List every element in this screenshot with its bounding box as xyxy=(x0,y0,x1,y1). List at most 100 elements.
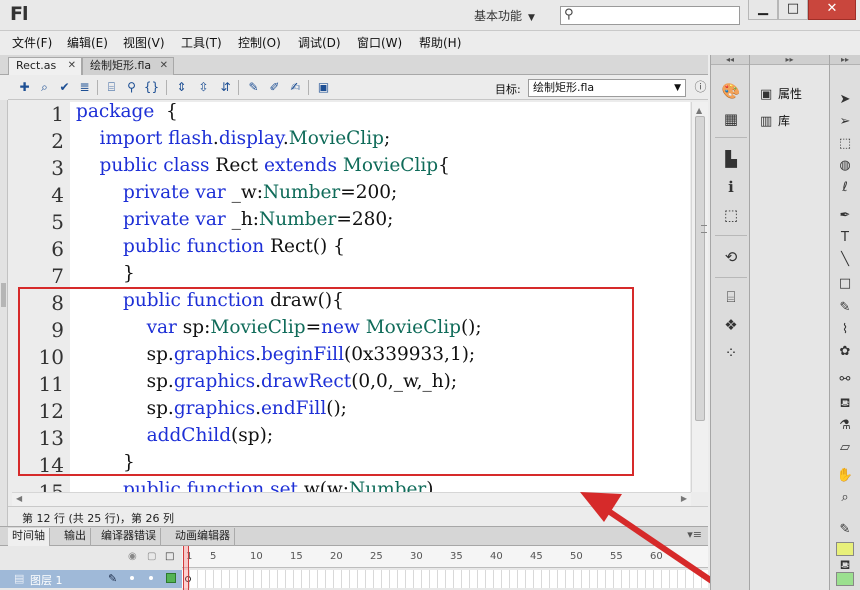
expand-all-icon[interactable]: ⇵ xyxy=(217,79,234,96)
panel-collapse-bar[interactable]: ▸▸ xyxy=(830,55,860,65)
hand-tool-icon[interactable]: ✋ xyxy=(835,467,855,485)
history-icon[interactable]: ⌸ xyxy=(721,287,741,307)
brackets-icon[interactable]: {} xyxy=(143,79,160,96)
layer-row[interactable]: ▤ 图层 1 ✎ xyxy=(0,570,182,588)
editor-left-gutter xyxy=(0,100,8,526)
line-number: 15 xyxy=(38,480,64,492)
check-syntax-icon[interactable]: ✔ xyxy=(56,79,73,96)
align-icon[interactable]: ▙ xyxy=(721,149,741,169)
show-toolbox-icon[interactable]: ▣ xyxy=(315,79,332,96)
close-icon[interactable]: ✕ xyxy=(160,58,168,74)
tab-timeline[interactable]: 时间轴 xyxy=(8,528,50,546)
visibility-dot[interactable] xyxy=(130,576,134,580)
info-icon[interactable]: ℹ xyxy=(721,177,741,197)
selection-tool-icon[interactable]: ➤ xyxy=(835,91,855,109)
remove-comment-icon[interactable]: ✍ xyxy=(287,79,304,96)
brush-tool-icon[interactable]: ⌇ xyxy=(835,321,855,339)
apply-line-comment-icon[interactable]: ✐ xyxy=(266,79,283,96)
editor-toolbar: ✚ ⌕ ✔ ≣ ⌸ ⚲ {} ⇕ ⇳ ⇵ ✎ ✐ ✍ ▣ 目标: 绘制矩形.fl… xyxy=(8,76,708,100)
library-panel-button[interactable]: ▥ 库 xyxy=(760,112,790,129)
code-line: private var _h:Number=280; xyxy=(123,209,394,230)
code-editor[interactable]: 1 2 3 4 5 6 7 8 9 10 11 12 13 14 15 pack… xyxy=(12,102,690,492)
close-icon[interactable]: ✕ xyxy=(68,58,76,74)
menu-file[interactable]: 文件(F) xyxy=(12,34,52,51)
lock-icon[interactable]: ▢ xyxy=(147,551,156,562)
code-line: public class Rect extends MovieClip{ xyxy=(99,155,450,176)
menu-window[interactable]: 窗口(W) xyxy=(357,34,402,51)
3d-rotation-icon[interactable]: ◍ xyxy=(835,157,855,175)
menu-bar: 文件(F) 编辑(E) 视图(V) 工具(T) 控制(O) 调试(D) 窗口(W… xyxy=(0,31,860,53)
maximize-button[interactable]: □ xyxy=(778,0,808,20)
code-hint-icon[interactable]: ⌸ xyxy=(103,79,120,96)
text-tool-icon[interactable]: T xyxy=(835,229,855,247)
target-select[interactable]: 绘制矩形.fla ▼ xyxy=(528,79,686,97)
fill-color-swatch[interactable] xyxy=(836,572,854,586)
scroll-left-icon[interactable]: ◀ xyxy=(16,494,22,503)
tab-motion-editor[interactable]: 动画编辑器 xyxy=(171,528,235,546)
menu-view[interactable]: 视图(V) xyxy=(123,34,165,51)
motion-presets-icon[interactable]: ⁘ xyxy=(721,343,741,363)
playhead[interactable] xyxy=(183,546,189,590)
collapse-selection-icon[interactable]: ⇳ xyxy=(195,79,212,96)
outline-icon[interactable]: □ xyxy=(165,551,174,562)
eye-icon[interactable]: ◉ xyxy=(128,551,137,562)
code-line: public function Rect() { xyxy=(123,236,345,257)
deco-tool-icon[interactable]: ✿ xyxy=(835,343,855,361)
document-tabs: Rect.as ✕ 绘制矩形.fla ✕ xyxy=(0,55,708,75)
menu-debug[interactable]: 调试(D) xyxy=(298,34,341,51)
library-label: 库 xyxy=(778,114,791,128)
line-number: 11 xyxy=(38,372,64,396)
tab-compiler-errors[interactable]: 编译器错误 xyxy=(97,528,161,546)
line-number: 7 xyxy=(51,264,64,288)
find-icon[interactable]: ⌕ xyxy=(36,79,53,96)
rectangle-tool-icon[interactable]: □ xyxy=(835,275,855,293)
close-button[interactable]: ✕ xyxy=(808,0,856,20)
line-number: 2 xyxy=(51,129,64,153)
stroke-color-swatch[interactable] xyxy=(836,542,854,556)
scrollbar-thumb[interactable] xyxy=(695,116,707,421)
menu-control[interactable]: 控制(O) xyxy=(238,34,281,51)
stroke-color-icon[interactable]: ✎ xyxy=(835,521,855,539)
collapse-handle[interactable] xyxy=(1,283,6,307)
auto-format-icon[interactable]: ≣ xyxy=(76,79,93,96)
lasso-tool-icon[interactable]: ℓ xyxy=(835,179,855,197)
menu-tools[interactable]: 工具(T) xyxy=(181,34,222,51)
components-icon[interactable]: ❖ xyxy=(721,315,741,335)
pen-tool-icon[interactable]: ✒ xyxy=(835,207,855,225)
minimize-button[interactable]: ▁ xyxy=(748,0,778,20)
layer-outline-color[interactable] xyxy=(166,573,176,583)
workspace-switcher[interactable]: 基本功能 ▼ xyxy=(466,6,551,26)
color-palette-icon[interactable]: 🎨 xyxy=(721,81,741,101)
apply-block-comment-icon[interactable]: ✎ xyxy=(245,79,262,96)
line-number: 14 xyxy=(38,453,64,477)
menu-help[interactable]: 帮助(H) xyxy=(419,34,461,51)
panel-collapse-bar[interactable]: ◂◂ xyxy=(711,55,749,65)
line-tool-icon[interactable]: ╲ xyxy=(835,251,855,269)
scroll-up-icon[interactable]: ▲ xyxy=(696,106,702,115)
help-icon[interactable]: ⓘ xyxy=(692,79,709,96)
bone-tool-icon[interactable]: ⚯ xyxy=(835,371,855,389)
properties-panel-button[interactable]: ▣ 属性 xyxy=(760,85,802,102)
subselection-tool-icon[interactable]: ➢ xyxy=(835,113,855,131)
code-snippets-icon[interactable]: ⟲ xyxy=(721,247,741,267)
transform-icon[interactable]: ⬚ xyxy=(721,205,741,225)
tab-output[interactable]: 输出 xyxy=(60,528,91,546)
panel-collapse-bar[interactable]: ▸▸ xyxy=(750,55,829,65)
cursor-position-status: 第 12 行 (共 25 行)，第 26 列 xyxy=(22,512,175,525)
debug-options-icon[interactable]: ⚲ xyxy=(123,79,140,96)
paint-bucket-icon[interactable]: ⛾ xyxy=(835,395,855,413)
pencil-tool-icon[interactable]: ✎ xyxy=(835,299,855,317)
zoom-tool-icon[interactable]: ⌕ xyxy=(835,489,855,507)
add-statement-icon[interactable]: ✚ xyxy=(16,79,33,96)
swatches-icon[interactable]: ▦ xyxy=(721,109,741,129)
tab-fla-document[interactable]: 绘制矩形.fla ✕ xyxy=(82,57,174,75)
lock-dot[interactable] xyxy=(149,576,153,580)
eyedropper-icon[interactable]: ⚗ xyxy=(835,417,855,435)
free-transform-icon[interactable]: ⬚ xyxy=(835,135,855,153)
search-input[interactable]: ⚲ xyxy=(560,6,740,25)
menu-edit[interactable]: 编辑(E) xyxy=(67,34,108,51)
collapse-between-icon[interactable]: ⇕ xyxy=(173,79,190,96)
vertical-scrollbar[interactable]: ▲ xyxy=(691,102,708,492)
eraser-tool-icon[interactable]: ▱ xyxy=(835,439,855,457)
tab-rect-as[interactable]: Rect.as ✕ xyxy=(8,57,82,75)
